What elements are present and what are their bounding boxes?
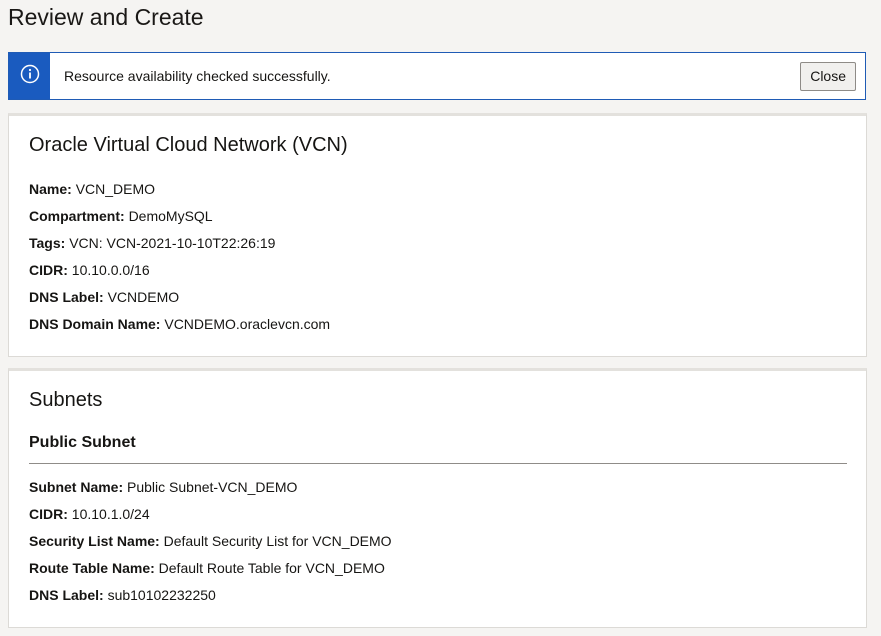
page-title: Review and Create [8, 4, 204, 30]
vcn-field-dns-label: DNS Label: VCNDEMO [29, 289, 179, 305]
field-value: Default Security List for VCN_DEMO [163, 533, 392, 549]
vcn-field-dns-domain: DNS Domain Name: VCNDEMO.oraclevcn.com [29, 316, 330, 332]
field-value: 10.10.1.0/24 [71, 506, 150, 522]
field-label: Tags: [29, 235, 66, 251]
info-icon [20, 64, 40, 89]
public-subnet-heading: Public Subnet [29, 434, 136, 451]
field-value: VCN: VCN-2021-10-10T22:26:19 [69, 235, 276, 251]
field-value: sub10102232250 [107, 587, 216, 603]
field-label: DNS Label: [29, 289, 104, 305]
vcn-field-name: Name: VCN_DEMO [29, 181, 155, 197]
banner-message: Resource availability checked successful… [64, 68, 331, 84]
success-banner: Resource availability checked successful… [8, 52, 866, 100]
subnet-field-cidr: CIDR: 10.10.1.0/24 [29, 506, 150, 522]
field-value: DemoMySQL [128, 208, 213, 224]
vcn-field-compartment: Compartment: DemoMySQL [29, 208, 213, 224]
subnets-heading: Subnets [29, 389, 103, 411]
field-label: DNS Domain Name: [29, 316, 161, 332]
field-value: VCNDEMO [107, 289, 180, 305]
field-label: Security List Name: [29, 533, 160, 549]
field-value: VCN_DEMO [75, 181, 156, 197]
field-label: Subnet Name: [29, 479, 124, 495]
vcn-field-tags: Tags: VCN: VCN-2021-10-10T22:26:19 [29, 235, 275, 251]
field-value: Default Route Table for VCN_DEMO [158, 560, 385, 576]
field-label: Route Table Name: [29, 560, 155, 576]
subnets-card: Subnets Public Subnet Subnet Name: Publi… [8, 368, 867, 628]
subnet-field-name: Subnet Name: Public Subnet-VCN_DEMO [29, 479, 297, 495]
field-value: VCNDEMO.oraclevcn.com [164, 316, 331, 332]
close-button[interactable]: Close [800, 61, 856, 91]
field-label: Compartment: [29, 208, 125, 224]
subnet-field-security-list: Security List Name: Default Security Lis… [29, 533, 392, 549]
divider [29, 463, 847, 464]
vcn-field-cidr: CIDR: 10.10.0.0/16 [29, 262, 150, 278]
banner-icon-box [9, 53, 50, 99]
field-value: 10.10.0.0/16 [71, 262, 150, 278]
field-label: CIDR: [29, 262, 68, 278]
subnet-field-dns-label: DNS Label: sub10102232250 [29, 587, 216, 603]
field-label: CIDR: [29, 506, 68, 522]
field-label: DNS Label: [29, 587, 104, 603]
vcn-heading: Oracle Virtual Cloud Network (VCN) [29, 134, 348, 156]
field-value: Public Subnet-VCN_DEMO [127, 479, 298, 495]
subnet-field-route-table: Route Table Name: Default Route Table fo… [29, 560, 385, 576]
field-label: Name: [29, 181, 72, 197]
vcn-card: Oracle Virtual Cloud Network (VCN) Name:… [8, 113, 867, 357]
